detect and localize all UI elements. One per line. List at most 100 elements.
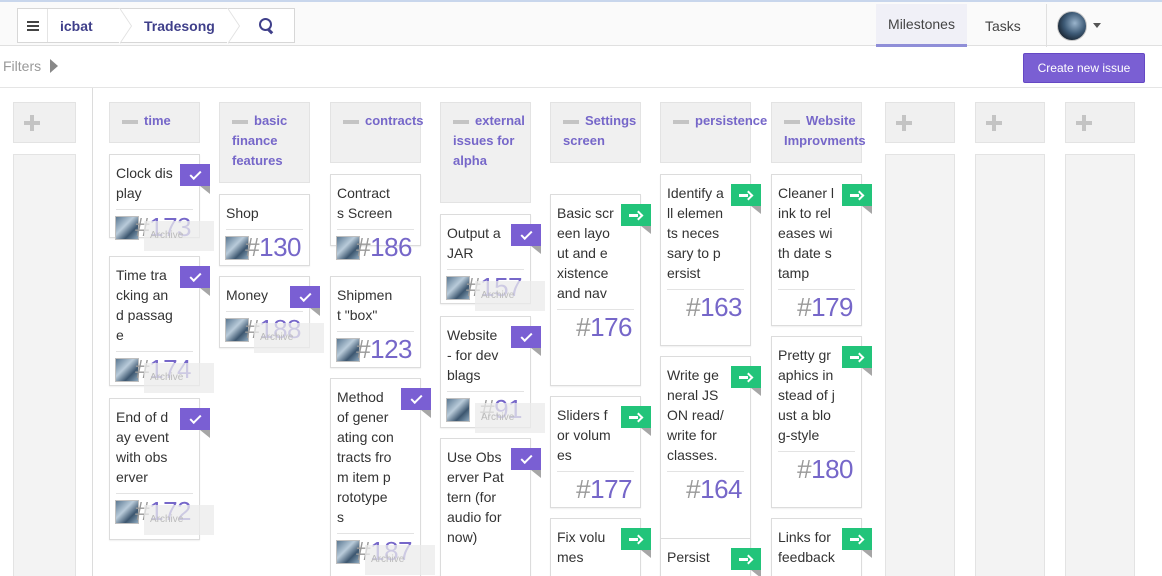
- issue-card[interactable]: End of day event with observerArchive#17…: [109, 398, 214, 540]
- move-issue-button[interactable]: [731, 366, 761, 396]
- avatar[interactable]: [446, 398, 470, 422]
- archive-label[interactable]: Archive: [365, 545, 435, 575]
- create-issue-button[interactable]: Create new issue: [1023, 53, 1145, 83]
- breadcrumb-owner[interactable]: icbat: [48, 8, 132, 44]
- move-issue-button[interactable]: [731, 184, 761, 214]
- issue-card[interactable]: Links for feedback: [771, 518, 872, 576]
- close-issue-button[interactable]: [511, 326, 541, 356]
- column-body: [885, 154, 955, 576]
- hamburger-icon: [26, 20, 39, 31]
- move-issue-button[interactable]: [842, 346, 872, 376]
- archive-label[interactable]: Archive: [144, 221, 214, 251]
- issue-number[interactable]: #130: [245, 232, 301, 263]
- milestone-header[interactable]: Website Improvments: [771, 102, 866, 163]
- issue-card[interactable]: Shop #130: [219, 194, 310, 266]
- issue-card[interactable]: MoneyArchive#188: [219, 276, 324, 353]
- issue-number-value: 180: [811, 454, 853, 484]
- issue-footer: #164: [667, 471, 744, 505]
- issue-number[interactable]: #176: [576, 312, 632, 343]
- issue-card[interactable]: Shipment "box" #123: [330, 276, 421, 368]
- close-issue-button[interactable]: [511, 448, 541, 478]
- issue-card[interactable]: Method of generating contracts from item…: [330, 378, 435, 576]
- close-issue-button[interactable]: [180, 164, 210, 194]
- milestone-header[interactable]: external issues for alpha: [440, 102, 531, 203]
- issue-hash: #: [686, 292, 701, 322]
- minus-icon[interactable]: [232, 120, 248, 124]
- check-icon: [519, 329, 533, 342]
- column-body: [1065, 154, 1135, 576]
- issue-number[interactable]: #164: [686, 474, 742, 505]
- issue-card[interactable]: Sliders for volumes #177: [550, 396, 651, 508]
- minus-icon[interactable]: [563, 120, 579, 124]
- plus-icon: [24, 114, 40, 131]
- move-issue-button[interactable]: [842, 184, 872, 214]
- close-issue-button[interactable]: [511, 224, 541, 254]
- breadcrumb-repo[interactable]: Tradesong: [132, 8, 240, 44]
- issue-card[interactable]: Use Observer Pattern (for audio for now): [440, 438, 541, 576]
- issue-card[interactable]: Time tracking and passageArchive#174: [109, 256, 214, 393]
- tab-tasks[interactable]: Tasks: [985, 4, 1021, 47]
- archive-label[interactable]: Archive: [254, 323, 324, 353]
- milestone-header[interactable]: basic finance features: [219, 102, 310, 183]
- move-issue-button[interactable]: [621, 204, 651, 234]
- issue-card[interactable]: Output a JARArchive#157: [440, 214, 545, 311]
- issue-number[interactable]: #123: [356, 334, 412, 365]
- issue-footer: Archive#174: [115, 351, 214, 393]
- close-issue-button[interactable]: [401, 388, 431, 418]
- issue-card[interactable]: Persist: [660, 538, 761, 576]
- add-milestone-button[interactable]: [885, 102, 955, 143]
- filter-bar: Filters Create new issue: [0, 46, 1162, 88]
- milestone-header[interactable]: Settings screen: [550, 102, 641, 163]
- issue-footer: #186: [336, 229, 414, 263]
- move-issue-button[interactable]: [621, 406, 651, 436]
- issue-card[interactable]: Pretty graphics instead of just a blog-s…: [771, 336, 872, 508]
- add-milestone-button[interactable]: [1065, 102, 1135, 143]
- issue-number[interactable]: #163: [686, 292, 742, 323]
- search-button[interactable]: [240, 9, 294, 42]
- issue-title[interactable]: Shipment "box": [331, 277, 420, 331]
- close-issue-button[interactable]: [290, 286, 320, 316]
- issue-card[interactable]: Identify all elements necessary to persi…: [660, 174, 761, 346]
- chevron-right-icon[interactable]: [50, 59, 58, 73]
- milestone-header[interactable]: persistence: [660, 102, 767, 163]
- issue-number[interactable]: #177: [576, 474, 632, 505]
- issue-number[interactable]: #186: [356, 232, 412, 263]
- issue-footer: #177: [557, 471, 634, 505]
- milestone-title[interactable]: Settings screen: [563, 111, 636, 151]
- close-issue-button[interactable]: [180, 266, 210, 296]
- archive-label[interactable]: Archive: [144, 363, 214, 393]
- issue-card[interactable]: Contracts Screen #186: [330, 174, 421, 262]
- close-issue-button[interactable]: [180, 408, 210, 438]
- milestone-header[interactable]: time: [109, 102, 200, 143]
- issue-card[interactable]: Website - for dev blagsArchive#91: [440, 316, 545, 433]
- user-menu[interactable]: [1046, 4, 1116, 47]
- issue-card[interactable]: Fix volumes: [550, 518, 651, 576]
- milestone-header[interactable]: contracts: [330, 102, 424, 163]
- issue-title[interactable]: Shop: [220, 195, 309, 229]
- issue-card[interactable]: Clock displayArchive#173: [109, 154, 214, 251]
- move-issue-button[interactable]: [621, 528, 651, 558]
- add-milestone-button[interactable]: [975, 102, 1045, 143]
- issue-hash: #: [576, 312, 591, 342]
- menu-button[interactable]: [18, 9, 48, 42]
- minus-icon[interactable]: [673, 120, 689, 124]
- archive-label[interactable]: Archive: [475, 281, 545, 311]
- minus-icon[interactable]: [784, 120, 800, 124]
- archive-label[interactable]: Archive: [144, 505, 214, 535]
- minus-icon[interactable]: [122, 120, 138, 124]
- check-icon: [519, 227, 533, 240]
- issue-card[interactable]: Cleaner link to releases with date stamp…: [771, 174, 872, 326]
- milestone-title[interactable]: Website Improvments: [784, 111, 866, 151]
- filters-toggle[interactable]: Filters: [3, 58, 41, 74]
- issue-card[interactable]: Basic screen layout and existence and na…: [550, 194, 651, 386]
- minus-icon[interactable]: [343, 120, 359, 124]
- issue-number[interactable]: #180: [797, 454, 853, 485]
- move-issue-button[interactable]: [731, 548, 761, 576]
- tab-milestones[interactable]: Milestones: [876, 4, 967, 47]
- issue-number[interactable]: #179: [797, 292, 853, 323]
- issue-title[interactable]: Contracts Screen: [331, 175, 420, 229]
- archive-label[interactable]: Archive: [475, 403, 545, 433]
- minus-icon[interactable]: [453, 120, 469, 124]
- add-milestone-button[interactable]: [13, 102, 76, 143]
- move-issue-button[interactable]: [842, 528, 872, 558]
